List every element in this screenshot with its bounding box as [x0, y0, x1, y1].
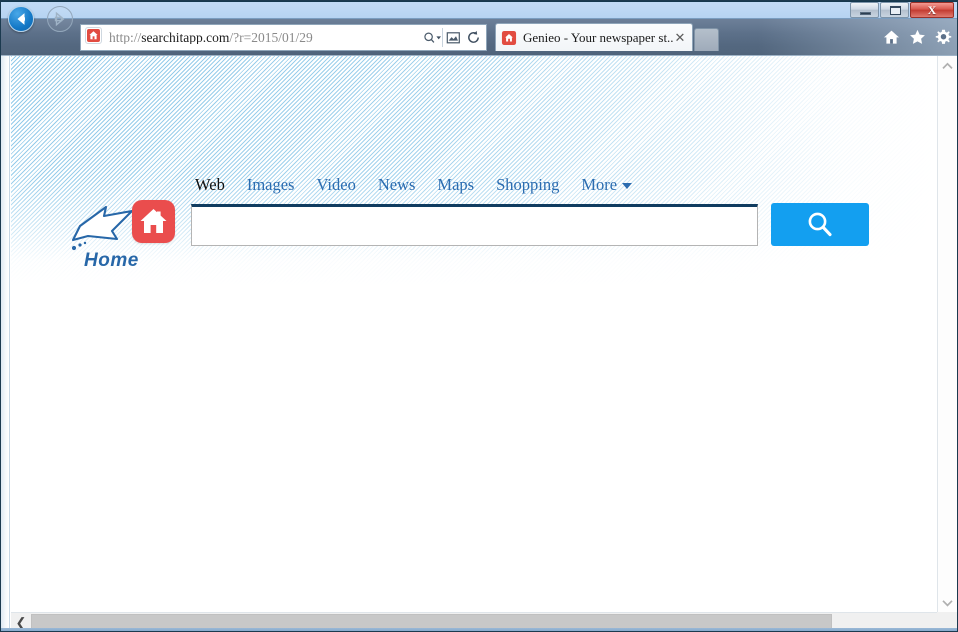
- chevron-left-icon: ❮: [15, 614, 27, 630]
- back-arrow-icon: [17, 13, 25, 25]
- address-bar[interactable]: http://searchitapp.com/?r=2015/01/29: [80, 24, 487, 51]
- address-favicon-icon: [85, 26, 102, 49]
- search-magnifier-icon: [808, 212, 832, 236]
- chevron-down-icon: [942, 599, 953, 607]
- search-input-wrapper[interactable]: [191, 204, 758, 246]
- house-logo-icon: [132, 200, 175, 243]
- tab-title: Genieo - Your newspaper st...: [523, 29, 673, 45]
- command-bar: [883, 24, 952, 50]
- url-host: searchitapp.com: [141, 30, 230, 45]
- home-logo-label: Home: [84, 250, 139, 271]
- page-background-fade: [11, 56, 936, 612]
- new-tab-button[interactable]: [694, 28, 719, 51]
- nav-link-maps[interactable]: Maps: [437, 175, 474, 195]
- tab-close-icon[interactable]: ✕: [673, 31, 687, 45]
- url-path: /?r=2015/01/29: [229, 30, 313, 45]
- minimize-button[interactable]: [850, 1, 879, 18]
- compatibility-view-icon[interactable]: [443, 25, 463, 50]
- tools-gear-icon[interactable]: [935, 29, 952, 46]
- nav-link-more-label: More: [581, 175, 618, 194]
- back-button[interactable]: [8, 6, 34, 32]
- chevron-up-icon: [942, 62, 953, 69]
- maximize-icon: [890, 5, 901, 15]
- search-input[interactable]: [192, 207, 757, 245]
- nav-link-more[interactable]: More: [581, 175, 633, 195]
- title-bar-topline: [0, 0, 958, 2]
- page-left-edge: [1, 56, 10, 631]
- search-page: Home Web Images Video News Maps Shopping…: [11, 56, 936, 612]
- favorites-star-icon[interactable]: [909, 29, 926, 45]
- nav-link-video[interactable]: Video: [316, 175, 355, 195]
- scroll-up-button[interactable]: [938, 56, 957, 75]
- forward-button[interactable]: [47, 6, 73, 32]
- tab-favicon-icon: [501, 30, 517, 46]
- refresh-icon[interactable]: [463, 25, 483, 50]
- page-viewport: Home Web Images Video News Maps Shopping…: [1, 56, 957, 631]
- browser-window: X http://searchitapp.com/?r=2015/01/29 G…: [0, 0, 958, 632]
- url-scheme: http://: [109, 30, 142, 45]
- nav-link-images[interactable]: Images: [247, 175, 295, 195]
- maximize-button[interactable]: [880, 1, 909, 18]
- tab-strip: Genieo - Your newspaper st... ✕: [495, 23, 719, 51]
- home-icon[interactable]: [883, 29, 900, 45]
- window-controls: X: [849, 1, 954, 18]
- nav-link-shopping[interactable]: Shopping: [496, 175, 559, 195]
- search-button[interactable]: [771, 203, 869, 246]
- scroll-down-button[interactable]: [938, 593, 957, 612]
- minimize-icon: [860, 11, 871, 15]
- forward-arrow-icon: [54, 11, 65, 27]
- search-category-nav: Web Images Video News Maps Shopping More: [195, 175, 633, 195]
- close-icon: X: [927, 2, 937, 17]
- address-url-text[interactable]: http://searchitapp.com/?r=2015/01/29: [109, 31, 422, 45]
- vertical-scrollbar[interactable]: [937, 56, 957, 612]
- browser-tab[interactable]: Genieo - Your newspaper st... ✕: [495, 23, 693, 51]
- nav-link-news[interactable]: News: [378, 175, 416, 195]
- home-logo[interactable]: Home: [66, 196, 196, 291]
- window-bottom-frame: [0, 628, 958, 632]
- search-dropdown-icon[interactable]: [422, 25, 442, 50]
- address-bar-icons: [422, 25, 486, 50]
- close-button[interactable]: X: [910, 1, 954, 18]
- nav-link-web[interactable]: Web: [195, 175, 225, 195]
- title-bar: [0, 0, 958, 19]
- chevron-down-icon: [622, 183, 633, 190]
